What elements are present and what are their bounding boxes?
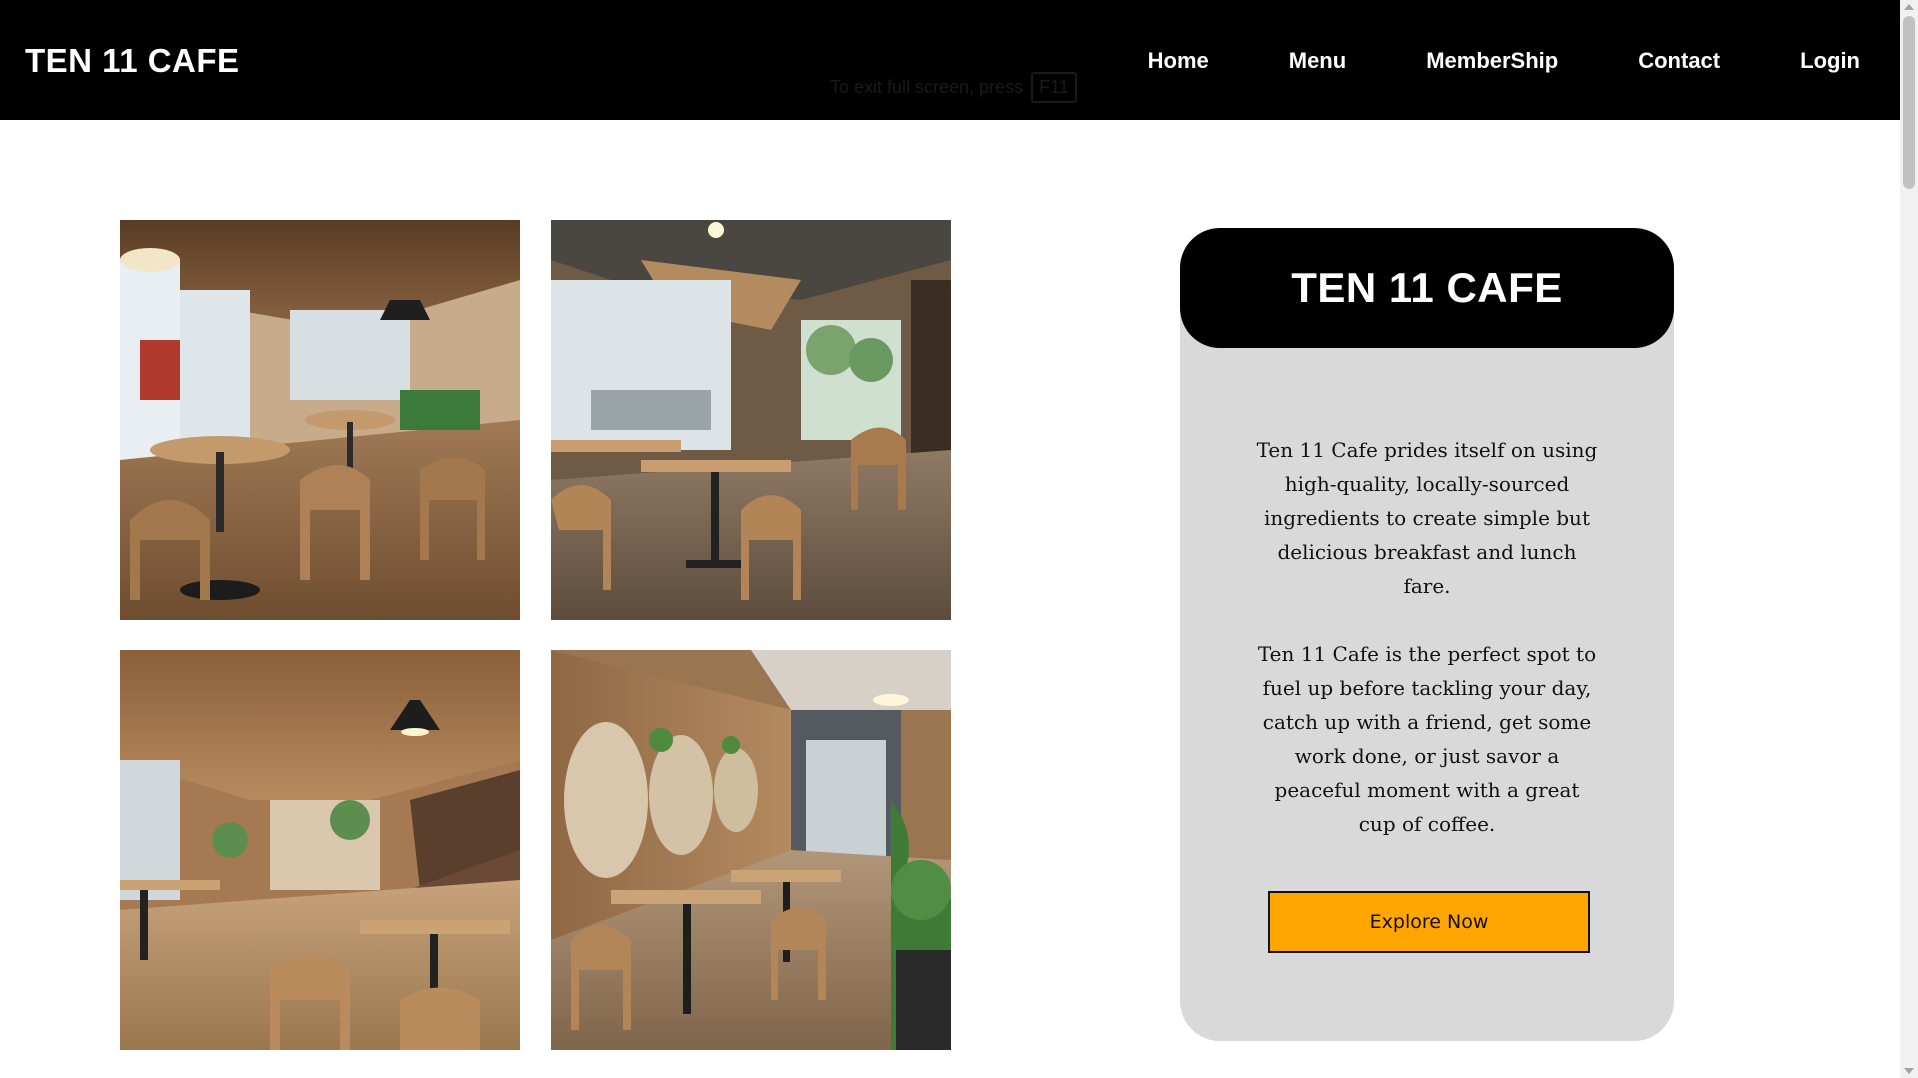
page: TEN 11 CAFE To exit full screen, press F… bbox=[0, 0, 1900, 1078]
about-card-title: TEN 11 CAFE bbox=[1291, 264, 1563, 311]
main-nav: Home Menu MemberShip Contact Login bbox=[1068, 48, 1860, 74]
explore-now-button[interactable]: Explore Now bbox=[1268, 891, 1590, 953]
brand-logo[interactable]: TEN 11 CAFE bbox=[25, 42, 240, 80]
scrollbar-thumb[interactable] bbox=[1903, 16, 1915, 189]
about-paragraph-1: Ten 11 Cafe prides itself on using high-… bbox=[1256, 438, 1598, 598]
nav-contact[interactable]: Contact bbox=[1638, 48, 1720, 74]
about-card-header: TEN 11 CAFE bbox=[1180, 228, 1674, 348]
nav-login[interactable]: Login bbox=[1800, 48, 1860, 74]
gallery-photo-1 bbox=[120, 220, 520, 620]
gallery-photo-4 bbox=[551, 650, 951, 1050]
fullscreen-hint-key: F11 bbox=[1031, 72, 1077, 103]
about-card-text: Ten 11 Cafe prides itself on using high-… bbox=[1255, 433, 1599, 841]
about-paragraph-2: Ten 11 Cafe is the perfect spot to fuel … bbox=[1257, 642, 1597, 836]
nav-menu[interactable]: Menu bbox=[1289, 48, 1346, 74]
gallery-photo-2 bbox=[551, 220, 951, 620]
about-card: TEN 11 CAFE Ten 11 Cafe prides itself on… bbox=[1180, 228, 1674, 1041]
fullscreen-hint: To exit full screen, press F11 bbox=[830, 72, 1077, 103]
scroll-up-arrow-icon[interactable] bbox=[1904, 4, 1914, 10]
vertical-scrollbar[interactable] bbox=[1900, 0, 1918, 1078]
scroll-down-arrow-icon[interactable] bbox=[1904, 1068, 1914, 1074]
nav-home[interactable]: Home bbox=[1148, 48, 1209, 74]
nav-membership[interactable]: MemberShip bbox=[1426, 48, 1558, 74]
gallery-photo-3 bbox=[120, 650, 520, 1050]
top-navbar: TEN 11 CAFE To exit full screen, press F… bbox=[0, 0, 1900, 120]
fullscreen-hint-text: To exit full screen, press bbox=[830, 77, 1024, 97]
